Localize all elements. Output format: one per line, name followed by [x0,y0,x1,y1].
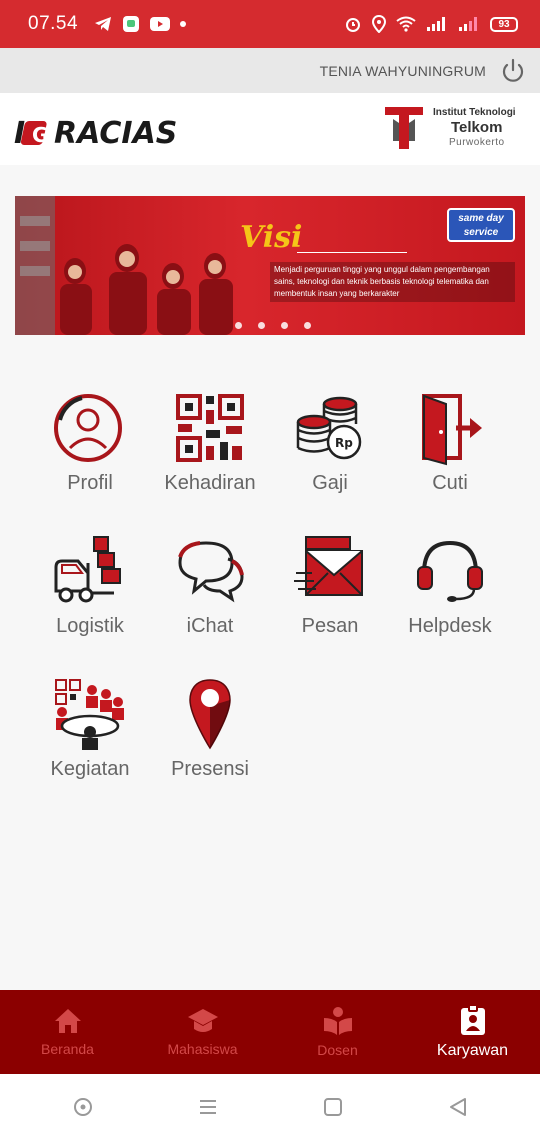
banner-text: Menjadi perguruan tinggi yang unggul dal… [270,262,515,302]
truck-boxes-icon [54,536,121,603]
notification-icons [94,15,187,33]
more-dot-icon [180,21,187,27]
telkom-logo: Institut Teknologi Telkom Purwokerto [383,101,528,151]
youtube-icon [150,17,171,31]
alarm-icon [346,18,360,32]
battery-indicator: 93 [490,16,518,32]
banner-title: Visi [240,220,303,255]
institution-line1: Institut Teknologi [433,107,516,118]
institution-line3: Purwokerto [449,137,505,148]
headset-icon [417,540,483,602]
institution-line2: Telkom [451,119,503,136]
menu-item-kehadiran[interactable]: Kehadiran [150,390,270,533]
map-pin-icon [189,679,231,750]
assistant-icon[interactable] [72,1096,94,1118]
igracias-logo: I G RACIAS [14,116,177,149]
carousel-dot[interactable] [235,322,242,329]
menu-item-presensi[interactable]: Presensi [150,676,270,819]
nav-item-beranda[interactable]: Beranda [0,990,135,1074]
exit-door-icon [422,394,482,466]
banner-divider [297,252,407,253]
meeting-icon [55,679,124,750]
menu-label: Kegiatan [50,758,130,780]
recents-icon[interactable] [197,1096,219,1118]
back-icon[interactable] [447,1096,469,1118]
menu-item-profil[interactable]: Profil [30,390,150,533]
menu-label: iChat [186,615,234,637]
status-time: 07.54 [28,13,79,34]
location-icon [372,15,386,33]
menu-label: Profil [67,472,113,494]
menu-grid: Profil Kehadiran Rp Gaji Cuti Logistik i… [30,390,510,819]
signal-2-icon [459,17,477,31]
status-bar: 07.54 93 [0,0,540,48]
menu-item-kegiatan[interactable]: Kegiatan [30,676,150,819]
header: I G RACIAS Institut Teknologi Telkom Pur… [0,93,540,165]
user-bar: TENIA WAHYUNINGRUM [0,48,540,93]
menu-item-cuti[interactable]: Cuti [390,390,510,533]
nav-label: Karyawan [436,1042,509,1059]
svg-text:G: G [32,123,48,147]
qr-code-icon [176,394,244,462]
graduation-cap-icon [187,1009,218,1032]
envelope-icon [294,536,363,596]
chat-bubbles-icon [178,541,244,603]
nav-item-mahasiswa[interactable]: Mahasiswa [135,990,270,1074]
carousel-dot[interactable] [281,322,288,329]
menu-label: Presensi [171,758,249,780]
carousel-dot[interactable] [258,322,265,329]
menu-label: Gaji [312,472,348,494]
nav-item-dosen[interactable]: Dosen [270,990,405,1074]
banner-carousel[interactable]: Visi Menjadi perguruan tinggi yang unggu… [15,196,525,335]
telkom-emblem-icon [385,107,423,149]
menu-item-ichat[interactable]: iChat [150,533,270,676]
nav-label: Beranda [41,1041,94,1057]
nav-label: Mahasiswa [167,1041,238,1057]
svg-text:Rp: Rp [335,436,353,450]
carousel-dot[interactable] [304,322,311,329]
svg-text:RACIAS: RACIAS [54,116,177,149]
nav-label: Dosen [317,1042,358,1058]
menu-item-gaji[interactable]: Rp Gaji [270,390,390,533]
menu-item-pesan[interactable]: Pesan [270,533,390,676]
telegram-icon [95,17,112,31]
menu-label: Cuti [432,472,468,494]
messages-icon [123,16,140,32]
menu-label: Helpdesk [408,615,492,637]
menu-label: Kehadiran [164,472,256,494]
menu-label: Pesan [301,615,359,637]
menu-item-helpdesk[interactable]: Helpdesk [390,533,510,676]
bottom-nav: Beranda Mahasiswa Dosen Karyawan [0,990,540,1074]
coins-icon: Rp [296,396,362,460]
book-reader-icon [323,1007,352,1035]
id-badge-icon [460,1004,485,1035]
wifi-icon [396,16,416,32]
menu-item-logistik[interactable]: Logistik [30,533,150,676]
nav-item-karyawan[interactable]: Karyawan [405,990,540,1074]
same-day-badge: same day service [447,208,515,242]
home-icon [54,1009,81,1033]
user-circle-icon [54,394,122,462]
system-icons: 93 [344,15,518,33]
system-nav-bar [0,1074,540,1140]
power-icon[interactable] [500,58,526,84]
menu-label: Logistik [56,615,124,637]
user-name: TENIA WAHYUNINGRUM [319,62,486,79]
signal-icon [427,17,445,31]
carousel-dots [235,322,311,329]
home-button-icon[interactable] [322,1096,344,1118]
